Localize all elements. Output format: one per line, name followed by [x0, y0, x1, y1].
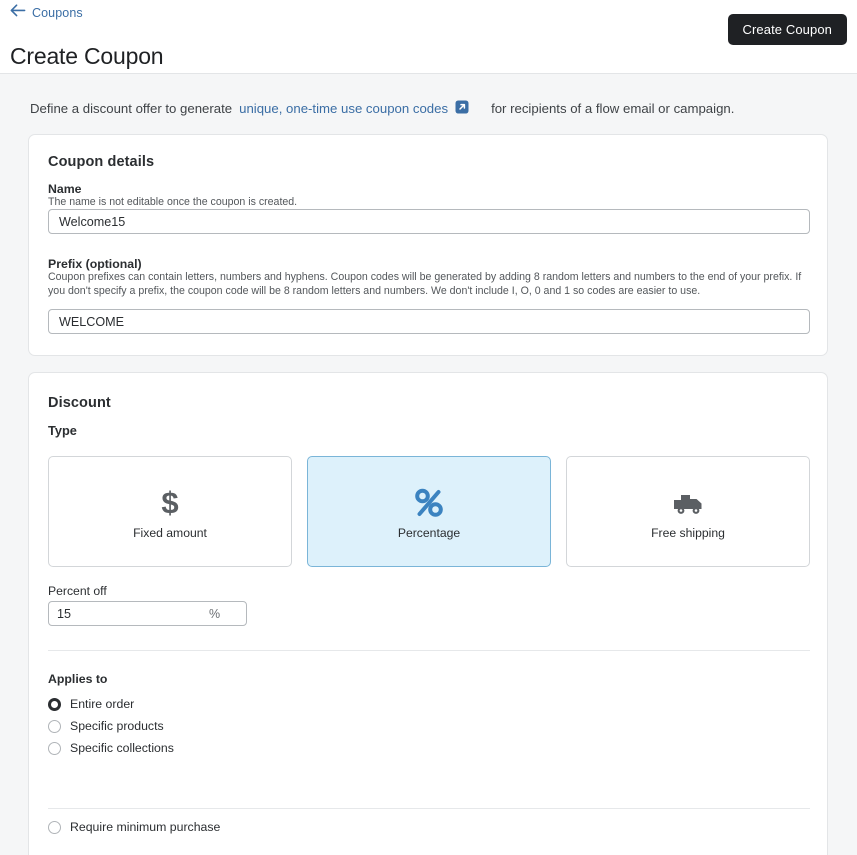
percent-suffix: %	[209, 606, 221, 621]
discount-type-percentage[interactable]: Percentage	[307, 456, 551, 567]
applies-to-radio-group: Entire order Specific products Specific …	[48, 693, 174, 759]
radio-specific-products[interactable]	[48, 719, 61, 733]
prefix-input[interactable]	[48, 309, 810, 334]
discount-type-options: $ Fixed amount Percentage Free shipping	[48, 456, 810, 567]
intro-trail-text: for recipients of a flow email or campai…	[491, 101, 735, 116]
require-minimum-purchase-checkbox[interactable]	[48, 820, 61, 834]
create-coupon-button[interactable]: Create Coupon	[727, 14, 847, 45]
applies-to-label: Applies to	[48, 672, 108, 686]
radio-entire-order[interactable]	[48, 697, 61, 711]
name-label: Name	[48, 182, 82, 196]
discount-type-free-shipping[interactable]: Free shipping	[566, 456, 810, 567]
intro-description: Define a discount offer to generate uniq…	[30, 100, 734, 117]
discount-type-fixed-amount-label: Fixed amount	[133, 525, 207, 540]
page-header: Coupons Create Coupon Create Coupon	[0, 0, 857, 74]
prefix-label: Prefix (optional)	[48, 257, 142, 271]
coupon-details-card: Coupon details Name The name is not edit…	[28, 134, 828, 356]
dollar-sign-icon: $	[157, 484, 183, 522]
percent-off-input[interactable]	[49, 602, 209, 625]
prefix-help-text: Coupon prefixes can contain letters, num…	[48, 271, 802, 297]
discount-type-label: Type	[48, 423, 77, 438]
divider-above-applies-to	[48, 650, 810, 651]
coupon-details-title: Coupon details	[48, 154, 155, 170]
discount-type-percentage-label: Percentage	[397, 525, 461, 540]
page-title: Create Coupon	[10, 43, 164, 70]
discount-type-fixed-amount[interactable]: $ Fixed amount	[48, 456, 292, 567]
back-link-label: Coupons	[32, 6, 83, 20]
radio-specific-collections[interactable]	[48, 741, 61, 755]
discount-title: Discount	[48, 395, 111, 411]
percent-off-field: %	[48, 601, 247, 626]
name-input[interactable]	[48, 209, 810, 234]
coupon-codes-link-label: unique, one-time use coupon codes	[239, 101, 449, 116]
create-coupon-page: Coupons Create Coupon Create Coupon Defi…	[0, 0, 857, 855]
applies-to-option-specific-collections-label: Specific collections	[70, 741, 174, 755]
external-link-icon	[455, 100, 469, 117]
discount-type-free-shipping-label: Free shipping	[651, 525, 725, 540]
percent-icon	[414, 484, 444, 522]
percent-off-label: Percent off	[48, 584, 107, 598]
divider-above-minimum-purchase	[48, 808, 810, 809]
name-help-text: The name is not editable once the coupon…	[48, 196, 298, 208]
require-minimum-purchase-row[interactable]: Require minimum purchase	[48, 820, 220, 834]
back-to-coupons-link[interactable]: Coupons	[10, 4, 83, 22]
truck-icon	[671, 484, 705, 522]
discount-card: Discount Type $ Fixed amount Percentage …	[28, 372, 828, 855]
arrow-left-icon	[10, 4, 26, 22]
svg-text:$: $	[161, 486, 178, 520]
applies-to-option-entire-order[interactable]: Entire order	[48, 693, 174, 715]
intro-lead-text: Define a discount offer to generate	[30, 101, 233, 116]
require-minimum-purchase-label: Require minimum purchase	[70, 820, 221, 834]
applies-to-option-specific-products[interactable]: Specific products	[48, 715, 174, 737]
coupon-codes-doc-link[interactable]: unique, one-time use coupon codes	[239, 100, 469, 117]
applies-to-option-specific-products-label: Specific products	[70, 719, 164, 733]
applies-to-option-specific-collections[interactable]: Specific collections	[48, 737, 174, 759]
applies-to-option-entire-order-label: Entire order	[70, 697, 135, 711]
